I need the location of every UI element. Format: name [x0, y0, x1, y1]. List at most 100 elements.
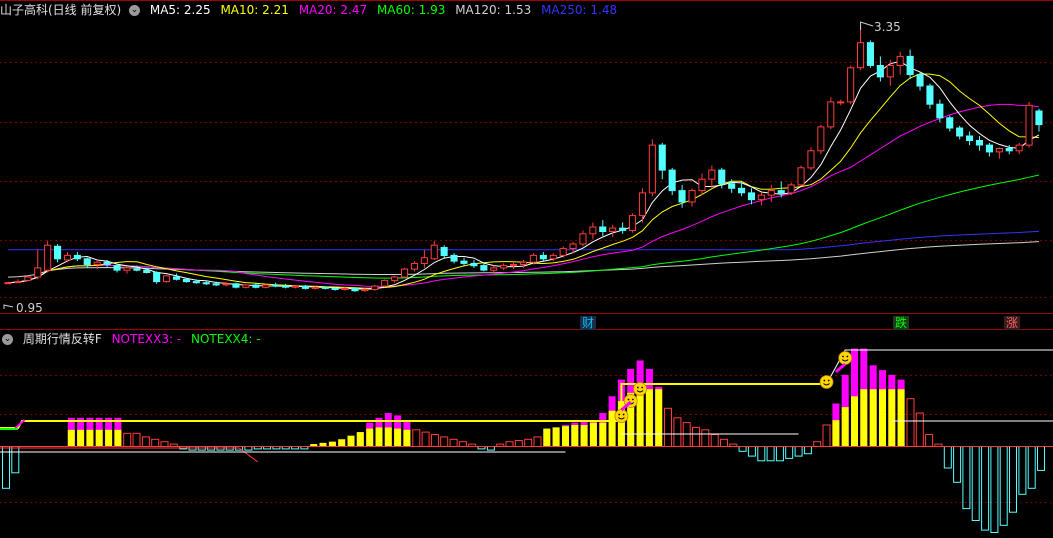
yellow-bar — [897, 389, 905, 447]
smiley-face — [838, 351, 853, 365]
candle — [847, 65, 855, 105]
yellow-bar — [571, 425, 579, 447]
cyan-bar — [794, 446, 803, 457]
chart-canvas[interactable] — [0, 0, 1053, 538]
sub-legend: ⌄ 周期行情反转F NOTEXX3: - NOTEXX4: - — [0, 329, 267, 349]
candle-body — [738, 187, 746, 194]
candle-body — [519, 261, 528, 266]
yellow-step-line — [0, 383, 827, 429]
cyan-bar — [775, 446, 784, 462]
candle — [797, 165, 805, 187]
yellow-bar — [338, 439, 346, 447]
legend-ma60: MA60: 1.93 — [376, 3, 446, 17]
candle — [688, 188, 696, 207]
candle — [817, 124, 825, 155]
candle — [995, 147, 1003, 159]
candle — [589, 222, 597, 240]
candle-body — [747, 192, 756, 201]
smiley-eye — [842, 355, 844, 358]
cyan-bar — [990, 446, 999, 533]
candle-body — [282, 285, 290, 288]
red-bar — [710, 434, 719, 447]
candle — [896, 51, 904, 75]
candle-body — [222, 283, 230, 286]
candle-body — [648, 144, 656, 194]
yellow-bar — [394, 428, 402, 447]
cyan-bar — [999, 446, 1008, 526]
smiley-icon — [614, 409, 629, 423]
red-bar — [412, 429, 421, 447]
indicator-bars[interactable] — [0, 348, 1053, 533]
candle-body — [638, 192, 647, 217]
candle-body — [381, 279, 389, 287]
candle-body — [420, 257, 428, 264]
candle-body — [153, 272, 161, 283]
red-bar — [141, 436, 150, 447]
candlestick-series[interactable] — [4, 25, 1043, 292]
candle — [430, 240, 438, 260]
candle — [668, 167, 676, 196]
cyan-bar — [785, 446, 794, 459]
candle-body — [480, 265, 488, 271]
candle — [4, 281, 12, 285]
candle-body — [837, 101, 845, 104]
candle — [708, 165, 716, 189]
red-bar — [720, 438, 728, 447]
yellow-bar — [645, 389, 653, 447]
ma120-line — [7, 241, 1040, 278]
event-marker-finance[interactable]: 财 — [580, 316, 597, 330]
yellow-bar — [562, 426, 569, 447]
candle — [747, 188, 756, 205]
candle-body — [767, 190, 775, 196]
high-price-label: 3.35 — [874, 20, 901, 34]
candle-body — [975, 140, 984, 146]
candle — [1035, 108, 1043, 132]
smiley-eye — [627, 398, 630, 401]
candle-body — [549, 254, 557, 260]
candle-body — [311, 286, 319, 289]
smiley-face — [819, 375, 834, 389]
legend-notexx4: NOTEXX4: - — [191, 332, 261, 346]
event-marker-up[interactable]: 涨 — [1004, 316, 1021, 330]
candle — [857, 25, 865, 71]
red-bar — [514, 440, 523, 447]
candle — [262, 283, 270, 289]
candle — [282, 283, 290, 289]
candle — [173, 273, 181, 281]
candle-body — [946, 117, 954, 129]
legend-ma20: MA20: 2.47 — [298, 3, 368, 17]
candle — [837, 99, 845, 106]
yellow-bar — [851, 396, 858, 447]
candle — [559, 246, 567, 258]
candle — [163, 274, 171, 283]
candle-body — [450, 254, 458, 262]
event-marker-down[interactable]: 跌 — [893, 316, 910, 330]
candle — [985, 142, 994, 157]
yellow-bar — [105, 429, 113, 447]
candle-body — [985, 144, 994, 153]
candle-body — [133, 268, 141, 271]
yellow-bar — [841, 407, 849, 447]
candle-body — [163, 275, 171, 283]
candle — [807, 147, 815, 171]
yellow-bar — [77, 429, 85, 447]
chevron-down-icon[interactable]: ⌄ — [129, 5, 141, 16]
cyan-bar — [757, 446, 766, 462]
candle-body — [1035, 110, 1043, 126]
candle-body — [44, 244, 52, 271]
candle — [54, 244, 62, 263]
candle-body — [331, 287, 339, 290]
candle-body — [757, 194, 765, 201]
red-bar — [682, 422, 691, 448]
candle — [301, 284, 309, 290]
candle-body — [410, 262, 418, 270]
red-bar — [458, 441, 467, 448]
candle-body — [73, 254, 81, 260]
candle-body — [936, 103, 944, 119]
candle — [500, 263, 508, 271]
candle-body — [341, 287, 349, 290]
yellow-bar — [888, 389, 896, 447]
cyan-bar — [1027, 446, 1036, 489]
chevron-down-icon[interactable]: ⌄ — [2, 334, 13, 345]
candle-body — [807, 150, 815, 169]
